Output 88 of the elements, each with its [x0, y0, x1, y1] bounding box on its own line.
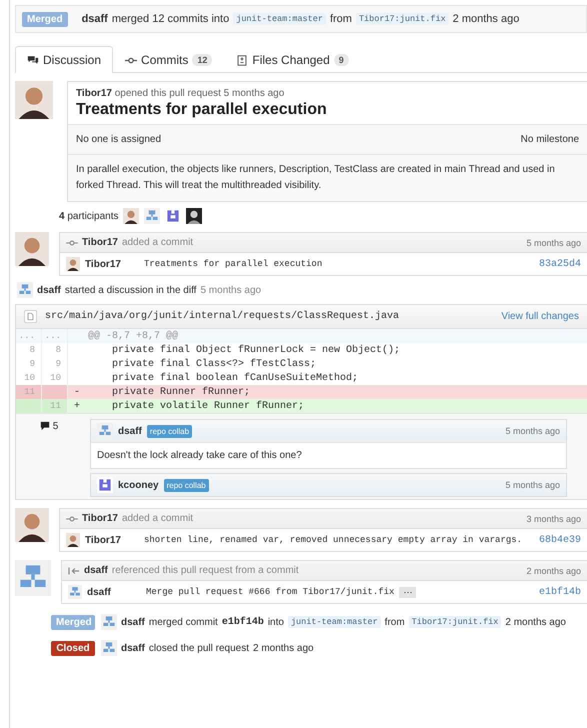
timestamp: 5 months ago: [505, 480, 560, 490]
author-link[interactable]: Tibor17: [76, 88, 112, 99]
diff-sign: -: [73, 386, 82, 398]
commit-author[interactable]: Tibor17: [85, 258, 139, 270]
code-line: private final Object fRunnerLock = new Object();: [111, 344, 400, 356]
timestamp: 5 months ago: [505, 426, 560, 436]
tab[interactable]: Files Changed 9: [224, 46, 361, 73]
speech-bubbles-icon: [27, 54, 39, 66]
commit-author[interactable]: Tibor17: [85, 534, 139, 546]
reference-arrow-icon: [68, 566, 80, 576]
assignee-text[interactable]: No one is assigned: [76, 134, 162, 145]
event-text: closed the pull request: [148, 642, 249, 654]
role-label: repo collab: [146, 424, 192, 438]
author-link[interactable]: dsaff: [118, 426, 142, 436]
timestamp: 5 months ago: [200, 284, 262, 296]
branch-label: Tibor17:junit.fix: [408, 616, 502, 628]
event-text: 2 months ago: [452, 13, 520, 25]
timestamp: 2 months ago: [526, 566, 581, 576]
user-avatar[interactable]: [15, 81, 53, 119]
commit-icon: [66, 238, 78, 248]
comment-count: 5: [52, 420, 58, 432]
author-link[interactable]: Tibor17: [82, 237, 118, 248]
commit-sha-link[interactable]: 68b4e39: [538, 534, 581, 546]
user-avatar[interactable]: [66, 257, 80, 271]
code-line: private volatile Runner fRunner;: [111, 400, 304, 412]
count-badge: 12: [192, 54, 212, 66]
file-icon: [24, 310, 37, 323]
file-path: src/main/java/org/junit/internal/requests/ClassRequest.java: [45, 311, 400, 322]
pull-request-title: Treatments for parallel execution: [76, 101, 328, 119]
description-text: In parallel execution, the objects like runners, Description, TestClass are created in main Thread and used in forked Thread. This will treat the multithreaded visibility.: [68, 155, 587, 201]
commit-icon: [66, 514, 78, 524]
commit-author[interactable]: dsaff: [87, 586, 141, 598]
event-text: from: [330, 13, 352, 25]
count-badge: 9: [334, 54, 349, 66]
commit-sha-link[interactable]: e1bf14b: [538, 586, 581, 598]
event-text: into: [268, 616, 284, 628]
status-badge: Closed: [51, 640, 95, 656]
participants-count: 4 participants: [59, 210, 118, 222]
commit-sha-link[interactable]: 83a25d4: [538, 258, 581, 270]
comment-text: Doesn't the lock already take care of this one?: [91, 442, 566, 468]
code-line: @@ -8,7 +8,7 @@: [88, 330, 178, 342]
user-avatar[interactable]: [15, 232, 49, 266]
timestamp: 3 months ago: [526, 514, 581, 524]
line-number: 11: [16, 385, 42, 399]
code-line: private final boolean fCanUseSuiteMethod;: [111, 372, 358, 384]
author-link[interactable]: kcooney: [118, 480, 159, 490]
comment-icon: [40, 421, 50, 431]
commit-message[interactable]: shorten line, renamed var, removed unnecessary empty array in varargs.: [144, 535, 522, 545]
code-line: private final Class<?> fTestClass;: [111, 358, 316, 370]
milestone-text[interactable]: No milestone: [520, 134, 579, 145]
event-text: 2 months ago: [505, 616, 566, 628]
view-full-changes-link[interactable]: View full changes: [501, 311, 579, 322]
event-text: from: [384, 616, 405, 628]
event-text: referenced this pull request from a commit: [112, 565, 299, 576]
author-link[interactable]: dsaff: [84, 565, 108, 576]
file-diff-icon: [236, 54, 248, 66]
author-link[interactable]: dsaff: [121, 616, 145, 628]
role-label: repo collab: [164, 478, 209, 492]
commit-message[interactable]: Merge pull request #666 from Tibor17/junit.fix: [146, 587, 394, 597]
tab[interactable]: Discussion: [15, 46, 114, 73]
author-link[interactable]: Tibor17: [82, 513, 118, 524]
commit-sha[interactable]: e1bf14b: [222, 616, 264, 628]
author-link[interactable]: dsaff: [37, 284, 61, 296]
event-text: merged commit: [148, 616, 218, 628]
timestamp: 5 months ago: [526, 238, 581, 248]
line-number: 11: [42, 399, 68, 413]
expand-button[interactable]: ···: [399, 586, 416, 598]
user-avatar[interactable]: [66, 533, 80, 547]
user-avatar[interactable]: [15, 508, 49, 542]
event-text: started a discussion in the diff: [64, 284, 196, 296]
status-badge: Merged: [22, 12, 68, 26]
user-avatar[interactable]: [186, 208, 202, 224]
author-link[interactable]: dsaff: [121, 642, 145, 654]
diff-sign: +: [73, 400, 82, 412]
branch-label: junit-team:master: [233, 13, 326, 25]
status-badge: Merged: [51, 614, 95, 630]
commit-message[interactable]: Treatments for parallel execution: [144, 259, 322, 269]
event-text: added a commit: [122, 513, 194, 524]
tab[interactable]: Commits 12: [113, 46, 224, 73]
event-text: added a commit: [122, 237, 194, 248]
author-link[interactable]: dsaff: [82, 13, 108, 25]
code-line: private Runner fRunner;: [111, 386, 250, 398]
user-avatar[interactable]: [123, 208, 140, 224]
event-text: 2 months ago: [252, 642, 314, 654]
branch-label: Tibor17:junit.fix: [356, 13, 449, 25]
branch-label: junit-team:master: [288, 616, 381, 628]
event-text: merged 12 commits into: [112, 13, 230, 25]
opened-text: opened this pull request 5 months ago: [114, 88, 284, 99]
